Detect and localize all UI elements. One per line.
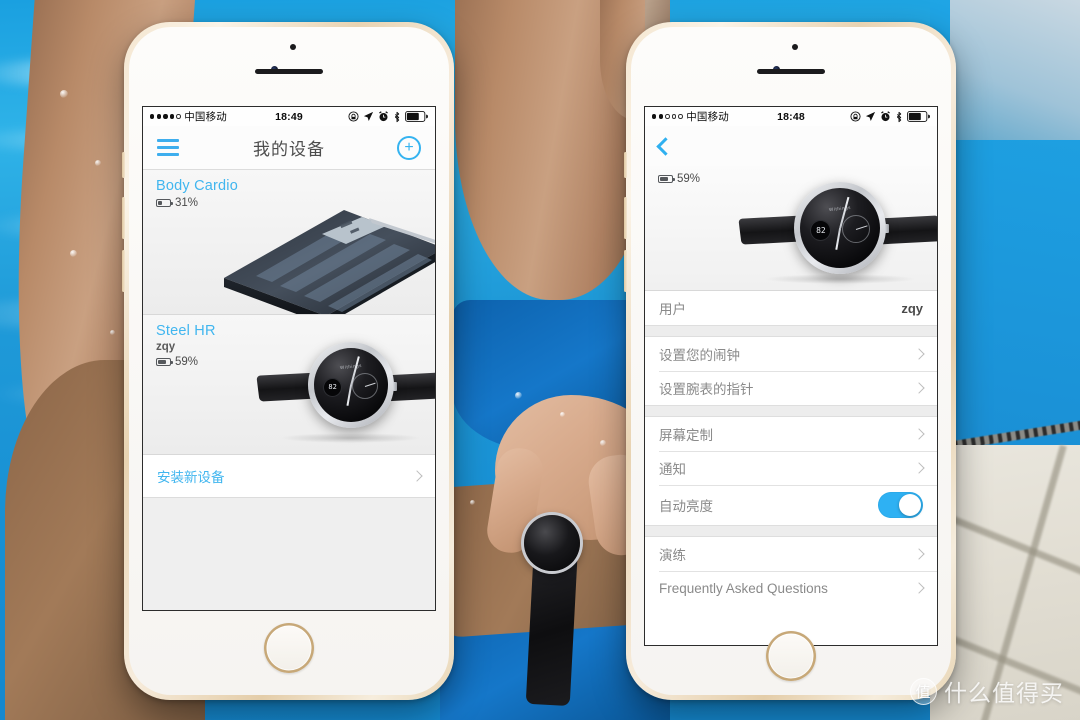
proximity-sensor bbox=[792, 44, 798, 50]
chevron-right-icon bbox=[913, 548, 925, 560]
chevron-right-icon bbox=[913, 428, 925, 440]
battery-percent: 59% bbox=[677, 173, 701, 185]
chevron-right-icon bbox=[913, 348, 925, 360]
alarm-clock-icon bbox=[881, 111, 890, 122]
row-label: 设置腕表的指针 bbox=[659, 382, 754, 397]
row-auto-brightness[interactable]: 自动亮度 bbox=[645, 485, 937, 525]
section-gap bbox=[645, 525, 937, 537]
device-hero-steel-hr: 59% Withings 82 bbox=[645, 166, 937, 291]
row-set-alarm[interactable]: 设置您的闹钟 bbox=[645, 337, 937, 371]
empty-area bbox=[143, 497, 435, 610]
row-label: 用户 bbox=[659, 302, 686, 317]
home-button[interactable] bbox=[766, 631, 816, 681]
section-gap bbox=[645, 405, 937, 417]
auto-brightness-toggle[interactable] bbox=[878, 492, 923, 518]
nav-bar-left: 我的设备 + bbox=[143, 126, 435, 170]
rotation-lock-icon bbox=[850, 111, 861, 122]
row-label: Frequently Asked Questions bbox=[659, 580, 828, 596]
steel-hr-watch-image: Withings 82 bbox=[256, 323, 435, 447]
battery-icon bbox=[907, 111, 930, 122]
location-arrow-icon bbox=[865, 111, 876, 121]
section-gap bbox=[645, 325, 937, 337]
row-screen-customization[interactable]: 屏幕定制 bbox=[645, 417, 937, 451]
device-name: Steel HR bbox=[156, 323, 216, 339]
install-new-device-row[interactable]: 安装新设备 bbox=[143, 455, 435, 497]
watch-brand-label: Withings bbox=[828, 204, 852, 212]
device-name: Body Cardio bbox=[156, 178, 238, 194]
chevron-right-icon bbox=[913, 582, 925, 594]
row-label: 演练 bbox=[659, 548, 686, 563]
bluetooth-icon bbox=[394, 111, 400, 122]
earpiece-speaker bbox=[255, 69, 323, 74]
proximity-sensor bbox=[290, 44, 296, 50]
battery-icon bbox=[156, 199, 173, 207]
bluetooth-icon bbox=[896, 111, 902, 122]
battery-icon bbox=[405, 111, 428, 122]
row-value: zqy bbox=[901, 300, 923, 316]
row-tutorial[interactable]: 演练 bbox=[645, 537, 937, 571]
watch-digital-readout: 82 bbox=[810, 220, 832, 241]
battery-icon bbox=[156, 358, 173, 366]
row-set-hands[interactable]: 设置腕表的指针 bbox=[645, 371, 937, 405]
watch-brand-label: Withings bbox=[339, 363, 362, 371]
row-label: 设置您的闹钟 bbox=[659, 348, 740, 363]
steel-hr-watch-image: Withings 82 bbox=[738, 168, 937, 288]
row-notifications[interactable]: 通知 bbox=[645, 451, 937, 485]
chevron-right-icon bbox=[913, 462, 925, 474]
watch-digital-readout: 82 bbox=[323, 377, 343, 397]
nav-bar-right bbox=[645, 126, 937, 166]
phone-right: 中国移动 18:48 59% Withings 82 用户 zqy 设置您的闹钟… bbox=[624, 22, 956, 700]
row-label: 屏幕定制 bbox=[659, 428, 713, 443]
location-arrow-icon bbox=[363, 111, 374, 121]
alarm-clock-icon bbox=[379, 111, 388, 122]
plus-circle-icon[interactable]: + bbox=[397, 135, 421, 160]
earpiece-speaker bbox=[757, 69, 825, 74]
battery-percent: 59% bbox=[175, 356, 199, 368]
chevron-left-icon[interactable] bbox=[656, 136, 675, 156]
add-button-label: + bbox=[404, 138, 414, 156]
screen-left: 中国移动 18:49 我的设备 + Body Cardio 31% Steel … bbox=[142, 106, 436, 611]
page-title: 我的设备 bbox=[253, 140, 325, 159]
battery-status: 59% bbox=[156, 356, 216, 368]
battery-percent: 31% bbox=[175, 197, 199, 209]
device-card-steel-hr[interactable]: Steel HR zqy 59% Withings 82 bbox=[143, 315, 435, 455]
watch-face bbox=[524, 515, 580, 571]
battery-icon bbox=[658, 175, 675, 183]
battery-status: 31% bbox=[156, 197, 238, 209]
status-bar-right: 中国移动 18:48 bbox=[645, 107, 937, 126]
row-faq[interactable]: Frequently Asked Questions bbox=[645, 571, 937, 605]
screen-right: 中国移动 18:48 59% Withings 82 用户 zqy 设置您的闹钟… bbox=[644, 106, 938, 646]
device-user: zqy bbox=[156, 341, 176, 353]
home-button[interactable] bbox=[264, 623, 314, 673]
chevron-right-icon bbox=[913, 382, 925, 394]
battery-status: 59% bbox=[658, 173, 700, 185]
install-new-device-label: 安装新设备 bbox=[157, 470, 225, 485]
rotation-lock-icon bbox=[348, 111, 359, 122]
row-user[interactable]: 用户 zqy bbox=[645, 291, 937, 325]
status-bar-left: 中国移动 18:49 bbox=[143, 107, 435, 126]
row-label: 通知 bbox=[659, 462, 686, 477]
device-card-body-cardio[interactable]: Body Cardio 31% bbox=[143, 170, 435, 315]
phone-left: 中国移动 18:49 我的设备 + Body Cardio 31% Steel … bbox=[122, 22, 454, 700]
chevron-right-icon bbox=[411, 470, 423, 482]
pool-top-right bbox=[950, 0, 1080, 140]
row-label: 自动亮度 bbox=[659, 499, 713, 514]
